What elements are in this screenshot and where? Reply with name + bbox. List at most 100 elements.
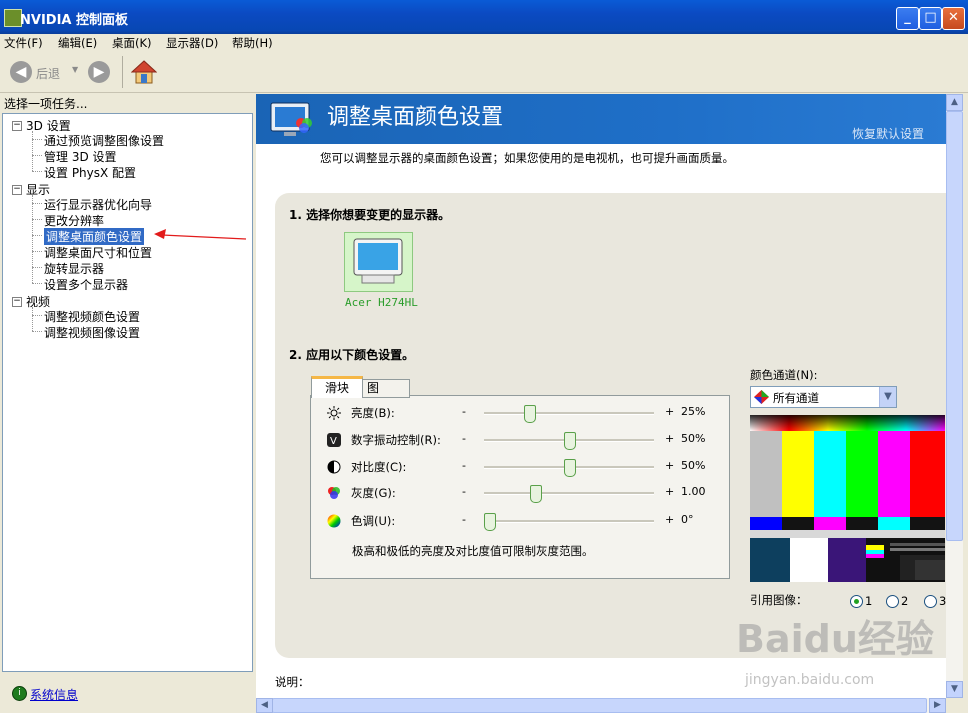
- tree-line: [32, 235, 42, 236]
- monitor-select-tile[interactable]: [344, 232, 413, 292]
- description-label: 说明：: [275, 675, 310, 689]
- tree-item-multiple-displays[interactable]: 设置多个显示器: [44, 276, 128, 293]
- slider-increase-button[interactable]: +: [665, 405, 674, 418]
- reference-radio-1[interactable]: [850, 595, 863, 608]
- title-bar[interactable]: [0, 0, 968, 34]
- slider-decrease-button[interactable]: -: [462, 459, 466, 472]
- vibrance-icon: V: [327, 433, 341, 447]
- slider-thumb[interactable]: [530, 485, 542, 503]
- tree-item-desktop-color[interactable]: 调整桌面颜色设置: [44, 228, 145, 245]
- color-channel-select[interactable]: 所有通道 ▼: [750, 386, 897, 408]
- slider-increase-button[interactable]: +: [665, 513, 674, 526]
- restore-defaults-link[interactable]: 恢复默认设置: [852, 125, 924, 142]
- slider-thumb[interactable]: [484, 513, 496, 531]
- horizontal-scroll-thumb[interactable]: [272, 698, 927, 713]
- tree-line: [32, 307, 33, 331]
- system-info-icon[interactable]: i: [12, 686, 27, 701]
- collapse-3d-icon[interactable]: −: [12, 121, 22, 131]
- home-icon[interactable]: [130, 59, 158, 88]
- red-arrow-annotation: [154, 229, 247, 240]
- scroll-up-icon[interactable]: ▲: [946, 94, 963, 111]
- minimize-button[interactable]: _: [896, 7, 919, 30]
- slider-label: 亮度(B):: [351, 406, 395, 420]
- tree-line: [32, 331, 42, 332]
- tree-item-desktop-size[interactable]: 调整桌面尺寸和位置: [44, 244, 152, 261]
- tree-item-video-image[interactable]: 调整视频图像设置: [44, 324, 140, 341]
- menu-display[interactable]: 显示器(D): [166, 35, 218, 51]
- slider-decrease-button[interactable]: -: [462, 432, 466, 445]
- range-note: 极高和极低的亮度及对比度值可限制灰度范围。: [352, 544, 594, 558]
- tree-item-monitor-wizard[interactable]: 运行显示器优化向导: [44, 196, 152, 213]
- reference-radio-1-label[interactable]: 1: [865, 594, 872, 608]
- tree-line: [32, 139, 42, 140]
- back-dropdown-icon[interactable]: ▼: [72, 65, 78, 74]
- collapse-video-icon[interactable]: −: [12, 297, 22, 307]
- tab-slider[interactable]: 滑块: [311, 376, 363, 398]
- slider-track[interactable]: [484, 412, 654, 415]
- slider-thumb[interactable]: [524, 405, 536, 423]
- slider-thumb[interactable]: [564, 459, 576, 477]
- scroll-left-icon[interactable]: ◀: [256, 698, 273, 713]
- reference-image-label: 引用图像：: [750, 593, 808, 607]
- tab-graph[interactable]: 图: [362, 379, 410, 398]
- system-info-link[interactable]: 系统信息: [30, 686, 78, 703]
- slider-decrease-button[interactable]: -: [462, 405, 466, 418]
- slider-increase-button[interactable]: +: [665, 485, 674, 498]
- tree-line: [32, 315, 42, 316]
- menu-edit[interactable]: 编辑(E): [58, 35, 97, 51]
- slider-label: 色调(U):: [351, 514, 396, 528]
- slider-value: 1.00: [681, 485, 706, 498]
- page-title: 调整桌面颜色设置: [327, 105, 504, 130]
- tree-line: [32, 267, 42, 268]
- vertical-scroll-thumb[interactable]: [946, 111, 963, 541]
- tree-item-preview-image-settings[interactable]: 通过预览调整图像设置: [44, 132, 164, 149]
- gamma-icon: [327, 486, 341, 500]
- baidu-watermark-url: jingyan.baidu.com: [745, 672, 875, 688]
- slider-label: 数字振动控制(R):: [351, 433, 441, 447]
- tree-line: [32, 195, 33, 283]
- tree-item-change-resolution[interactable]: 更改分辨率: [44, 212, 104, 229]
- scroll-down-icon[interactable]: ▼: [946, 681, 963, 698]
- back-button-label[interactable]: 后退: [36, 65, 60, 82]
- chevron-down-icon[interactable]: ▼: [879, 387, 896, 407]
- close-button[interactable]: ✕: [942, 7, 965, 30]
- slider-decrease-button[interactable]: -: [462, 513, 466, 526]
- scroll-right-icon[interactable]: ▶: [929, 698, 946, 713]
- tree-item-manage-3d[interactable]: 管理 3D 设置: [44, 148, 117, 165]
- color-channel-label: 颜色通道(N):: [750, 368, 818, 382]
- menu-desktop[interactable]: 桌面(K): [112, 35, 152, 51]
- tree-line: [32, 203, 42, 204]
- slider-label: 灰度(G):: [351, 486, 396, 500]
- brightness-icon: [327, 406, 341, 420]
- hue-icon: [327, 514, 341, 528]
- tree-item-rotate-display[interactable]: 旋转显示器: [44, 260, 104, 277]
- forward-arrow-icon[interactable]: ▶: [88, 61, 110, 83]
- tree-item-physx[interactable]: 设置 PhysX 配置: [44, 164, 136, 181]
- step2-heading: 2. 应用以下颜色设置。: [289, 348, 415, 362]
- slider-increase-button[interactable]: +: [665, 459, 674, 472]
- toolbar-separator: [122, 56, 123, 88]
- task-tree[interactable]: − 3D 设置 通过预览调整图像设置 管理 3D 设置 设置 PhysX 配置 …: [2, 113, 253, 672]
- monitor-color-icon: [268, 100, 318, 143]
- slider-increase-button[interactable]: +: [665, 432, 674, 445]
- slider-thumb[interactable]: [564, 432, 576, 450]
- step1-heading: 1. 选择你想要变更的显示器。: [289, 208, 451, 222]
- task-list-header: 选择一项任务...: [4, 97, 88, 111]
- tree-line: [32, 283, 42, 284]
- tree-line: [32, 219, 42, 220]
- menu-help[interactable]: 帮助(H): [232, 35, 273, 51]
- monitor-name[interactable]: Acer H274HL: [345, 296, 418, 309]
- baidu-watermark: Baidu经验: [736, 617, 934, 661]
- reference-radio-3[interactable]: [924, 595, 937, 608]
- reference-radio-2-label[interactable]: 2: [901, 594, 908, 608]
- reference-radio-2[interactable]: [886, 595, 899, 608]
- slider-track[interactable]: [484, 520, 654, 523]
- color-channel-value: 所有通道: [773, 391, 819, 405]
- collapse-display-icon[interactable]: −: [12, 185, 22, 195]
- slider-decrease-button[interactable]: -: [462, 485, 466, 498]
- tree-item-video-color[interactable]: 调整视频颜色设置: [44, 308, 140, 325]
- slider-track[interactable]: [484, 492, 654, 495]
- maximize-button[interactable]: □: [919, 7, 942, 30]
- menu-file[interactable]: 文件(F): [4, 35, 43, 51]
- back-arrow-icon[interactable]: ◀: [10, 61, 32, 83]
